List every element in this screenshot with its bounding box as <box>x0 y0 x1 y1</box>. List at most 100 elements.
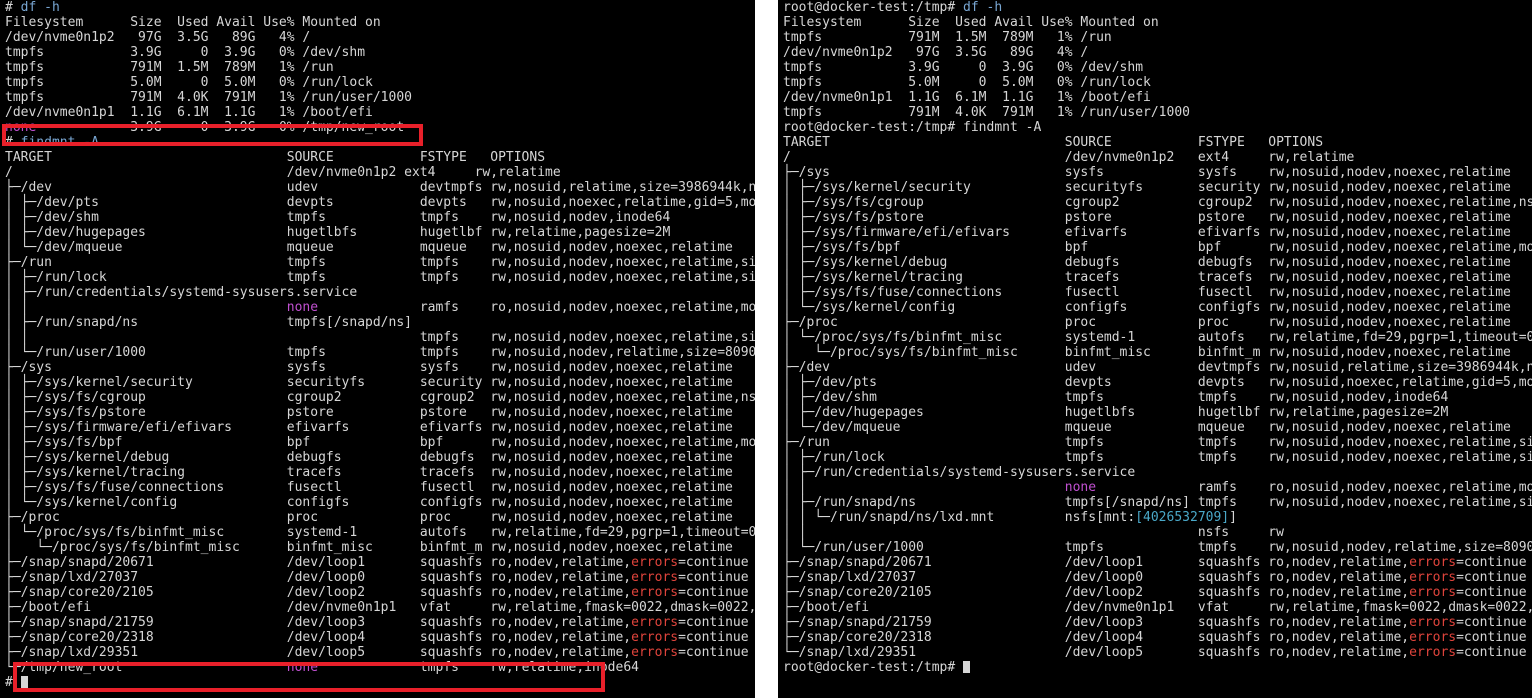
terminal-text: TARGET SOURCE FSTYPE OPTIONS <box>783 135 1324 150</box>
terminal-text: /dev/nvme0n1p2 97G 3.5G 89G 4% / <box>783 45 1089 60</box>
terminal-text: │ │ nsfs rw <box>783 525 1284 540</box>
terminal-line: │ ├─/sys/fs/fuse/connections fusectl fus… <box>783 285 1532 300</box>
terminal-text: ├─/run tmpfs tmpfs rw,nosuid,nodev,noexe… <box>783 435 1532 450</box>
terminal-line: /dev/nvme0n1p1 1.1G 6.1M 1.1G 1% /boot/e… <box>5 105 755 120</box>
terminal-text: │ ├─/sys/kernel/debug debugfs debugfs rw… <box>5 450 733 465</box>
terminal-text: # <box>5 0 21 15</box>
terminal-line: ├─/snap/core20/2318 /dev/loop4 squashfs … <box>783 630 1532 645</box>
terminal-line: ├─/sys sysfs sysfs rw,nosuid,nodev,noexe… <box>783 165 1532 180</box>
terminal-line: │ ├─/run/snapd/ns tmpfs[/snapd/ns] tmpfs… <box>783 495 1532 510</box>
terminal-text: ├─/proc proc proc rw,nosuid,nodev,noexec… <box>783 315 1511 330</box>
terminal-text: └─/tmp/new_root <box>5 660 287 675</box>
terminal-text: tmpfs 3.9G 0 3.9G 0% /dev/shm <box>783 60 1144 75</box>
right-terminal[interactable]: root@docker-test:/tmp# df -h Filesystem S… <box>778 0 1532 698</box>
terminal-line: └─/tmp/new_root none tmpfs rw,relatime,i… <box>5 660 755 675</box>
terminal-text: │ └─/dev/mqueue mqueue mqueue rw,nosuid,… <box>5 240 733 255</box>
terminal-text: errors <box>1409 615 1457 630</box>
terminal-text: errors <box>631 585 679 600</box>
terminal-line: ├─/boot/efi /dev/nvme0n1p1 vfat rw,relat… <box>5 600 755 615</box>
terminal-line: │ └─/dev/mqueue mqueue mqueue rw,nosuid,… <box>5 240 755 255</box>
terminal-line: tmpfs 3.9G 0 3.9G 0% /dev/shm <box>783 60 1532 75</box>
terminal-text: ├─/boot/efi /dev/nvme0n1p1 vfat rw,relat… <box>783 600 1532 615</box>
terminal-line: │ └─/sys/kernel/config configfs configfs… <box>783 300 1532 315</box>
left-terminal-output: # df -h Filesystem Size Used Avail Use% M… <box>5 0 755 690</box>
terminal-line: │ ├─/sys/kernel/security securityfs secu… <box>783 180 1532 195</box>
terminal-line: │ ├─/sys/fs/cgroup cgroup2 cgroup2 rw,no… <box>5 390 755 405</box>
terminal-line: tmpfs 791M 4.0K 791M 1% /run/user/1000 <box>783 105 1532 120</box>
terminal-text: Filesystem Size Used Avail Use% Mounted … <box>783 15 1159 30</box>
terminal-line: ├─/proc proc proc rw,nosuid,nodev,noexec… <box>5 510 755 525</box>
terminal-text: │ ├─/run/credentials/systemd-sysusers.se… <box>5 285 358 300</box>
terminal-text: =continue <box>1456 585 1527 600</box>
terminal-text: │ │ <box>783 480 1065 495</box>
terminal-line: │ │ none ramfs ro,nosuid,nodev,noexec,re… <box>783 480 1532 495</box>
terminal-text: │ ├─/run/snapd/ns tmpfs[/snapd/ns] tmpfs… <box>783 495 1532 510</box>
terminal-text: │ ├─/sys/kernel/security securityfs secu… <box>783 180 1511 195</box>
terminal-line: │ │ └─/run/snapd/ns/lxd.mnt nsfs[mnt:[40… <box>783 510 1532 525</box>
terminal-line: │ ├─/sys/kernel/tracing tracefs tracefs … <box>5 465 755 480</box>
terminal-text: =continue <box>1456 615 1527 630</box>
terminal-text: │ └─/proc/sys/fs/binfmt_misc systemd-1 a… <box>5 525 755 540</box>
terminal-text: ├─/snap/core20/2105 /dev/loop2 squashfs … <box>5 585 632 600</box>
terminal-text: errors <box>1409 570 1457 585</box>
terminal-text: errors <box>1409 585 1457 600</box>
terminal-text: errors <box>631 555 679 570</box>
terminal-line: │ ├─/dev/pts devpts devpts rw,nosuid,noe… <box>783 375 1532 390</box>
terminal-text: =continue <box>1456 570 1527 585</box>
terminal-line: ├─/run tmpfs tmpfs rw,nosuid,nodev,noexe… <box>5 255 755 270</box>
terminal-line: │ ├─/dev/shm tmpfs tmpfs rw,nosuid,nodev… <box>5 210 755 225</box>
terminal-line: │ ├─/sys/fs/pstore pstore pstore rw,nosu… <box>783 210 1532 225</box>
terminal-text: │ ├─/sys/firmware/efi/efivars efivarfs e… <box>5 420 733 435</box>
terminal-text: │ └─/proc/sys/fs/binfmt_misc binfmt_misc… <box>783 345 1511 360</box>
left-terminal[interactable]: # df -h Filesystem Size Used Avail Use% M… <box>0 0 755 698</box>
terminal-text: │ ├─/run/lock tmpfs tmpfs rw,nosuid,node… <box>5 270 755 285</box>
terminal-text: tmpfs 791M 4.0K 791M 1% /run/user/1000 <box>5 90 412 105</box>
terminal-text: │ └─/run/user/1000 tmpfs tmpfs rw,nosuid… <box>5 345 755 360</box>
terminal-line: ├─/snap/snapd/21759 /dev/loop3 squashfs … <box>5 615 755 630</box>
terminal-line: └─/snap/lxd/29351 /dev/loop5 squashfs ro… <box>783 645 1532 660</box>
terminal-line: root@docker-test:/tmp# findmnt -A <box>783 120 1532 135</box>
terminal-text: /dev/nvme0n1p1 1.1G 6.1M 1.1G 1% /boot/e… <box>783 90 1151 105</box>
terminal-text: ├─/snap/lxd/27037 /dev/loop0 squashfs ro… <box>783 570 1410 585</box>
terminal-line: ├─/sys sysfs sysfs rw,nosuid,nodev,noexe… <box>5 360 755 375</box>
terminal-text: ├─/run tmpfs tmpfs rw,nosuid,nodev,noexe… <box>5 255 755 270</box>
terminal-text: ├─/dev udev devtmpfs rw,nosuid,relatime,… <box>5 180 755 195</box>
terminal-text: │ │ └─/run/snapd/ns/lxd.mnt nsfs[mnt: <box>783 510 1136 525</box>
terminal-line: TARGET SOURCE FSTYPE OPTIONS <box>5 150 755 165</box>
terminal-text: │ ├─/sys/kernel/debug debugfs debugfs rw… <box>783 255 1511 270</box>
terminal-line: # <box>5 675 755 690</box>
terminal-text: │ └─/sys/kernel/config configfs configfs… <box>5 495 733 510</box>
terminal-text: tmpfs rw,relatime,inode64 <box>318 660 639 675</box>
terminal-text: │ ├─/dev/hugepages hugetlbfs hugetlbf rw… <box>5 225 671 240</box>
terminal-line: │ ├─/sys/kernel/debug debugfs debugfs rw… <box>783 255 1532 270</box>
terminal-text: ├─/snap/snapd/20671 /dev/loop1 squashfs … <box>5 555 632 570</box>
terminal-line: Filesystem Size Used Avail Use% Mounted … <box>783 15 1532 30</box>
terminal-line: ├─/snap/lxd/29351 /dev/loop5 squashfs ro… <box>5 645 755 660</box>
terminal-text: │ ├─/dev/shm tmpfs tmpfs rw,nosuid,nodev… <box>5 210 671 225</box>
terminal-line: │ ├─/sys/kernel/security securityfs secu… <box>5 375 755 390</box>
terminal-line: │ └─/proc/sys/fs/binfmt_misc binfmt_misc… <box>783 345 1532 360</box>
terminal-text: │ ├─/sys/kernel/tracing tracefs tracefs … <box>783 270 1511 285</box>
terminal-line: /dev/nvme0n1p2 97G 3.5G 89G 4% / <box>783 45 1532 60</box>
terminal-text: │ ├─/run/lock tmpfs tmpfs rw,nosuid,node… <box>783 450 1532 465</box>
terminal-line: ├─/snap/core20/2105 /dev/loop2 squashfs … <box>5 585 755 600</box>
terminal-text: errors <box>631 645 679 660</box>
terminal-text: tmpfs 5.0M 0 5.0M 0% /run/lock <box>5 75 373 90</box>
terminal-line: │ ├─/sys/fs/cgroup cgroup2 cgroup2 rw,no… <box>783 195 1532 210</box>
terminal-line: │ ├─/dev/shm tmpfs tmpfs rw,nosuid,nodev… <box>783 390 1532 405</box>
terminal-text: 3.9G 0 3.9G 0% /tmp/new_root <box>36 120 405 135</box>
terminal-line: tmpfs 791M 1.5M 789M 1% /run <box>783 30 1532 45</box>
terminal-text: │ │ <box>5 300 287 315</box>
terminal-line: /dev/nvme0n1p2 97G 3.5G 89G 4% / <box>5 30 755 45</box>
terminal-text: df -h <box>963 0 1003 15</box>
terminal-line: ├─/proc proc proc rw,nosuid,nodev,noexec… <box>783 315 1532 330</box>
terminal-line: │ ├─/run/snapd/ns tmpfs[/snapd/ns] <box>5 315 755 330</box>
terminal-line: tmpfs 791M 1.5M 789M 1% /run <box>5 60 755 75</box>
terminal-line: │ ├─/sys/firmware/efi/efivars efivarfs e… <box>783 225 1532 240</box>
terminal-line: │ └─/run/user/1000 tmpfs tmpfs rw,nosuid… <box>5 345 755 360</box>
terminal-text: errors <box>631 615 679 630</box>
terminal-text: / /dev/nvme0n1p2 ext4 rw,relatime <box>5 165 561 180</box>
terminal-text: ├─/snap/snapd/21759 /dev/loop3 squashfs … <box>5 615 632 630</box>
terminal-line: │ ├─/run/lock tmpfs tmpfs rw,nosuid,node… <box>783 450 1532 465</box>
terminal-text: errors <box>1409 555 1457 570</box>
